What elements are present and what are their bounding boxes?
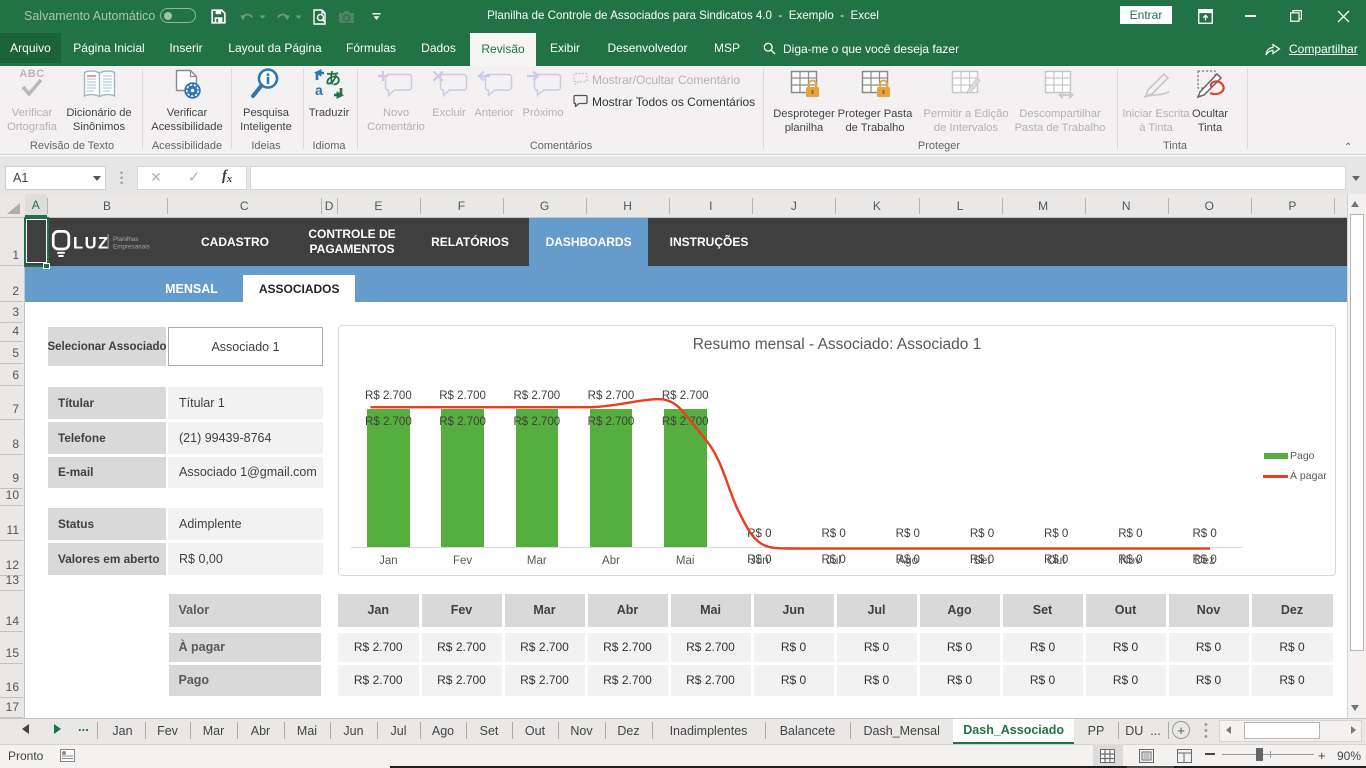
svg-text:Empresariais: Empresariais [113,244,150,251]
svg-text:Planilhas: Planilhas [113,236,139,243]
svg-text:あ: あ [325,70,341,88]
svg-text:a: a [315,82,323,98]
svg-text:LUZ: LUZ [73,235,110,253]
